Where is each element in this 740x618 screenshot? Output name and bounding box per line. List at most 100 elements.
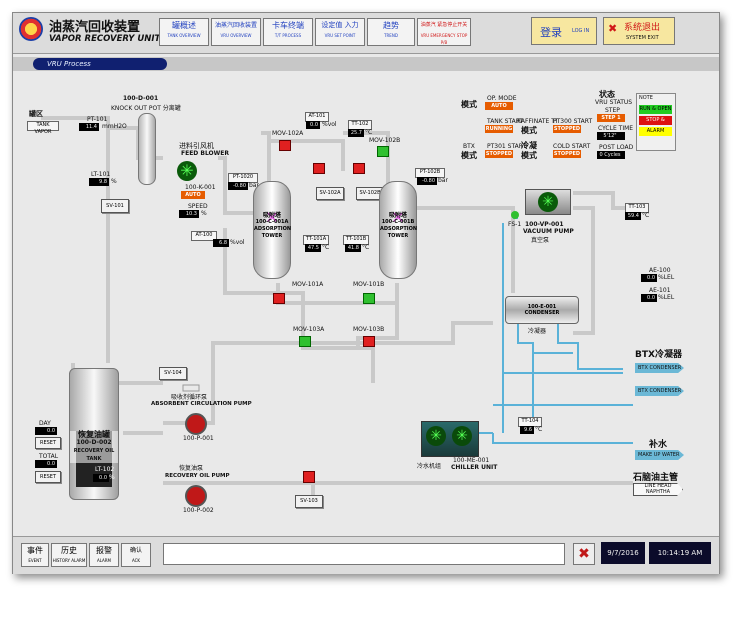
vacuum-pump-fan-icon: ✳ (538, 192, 558, 212)
lt102-unit: % (109, 474, 115, 481)
alarm-button[interactable]: 报警 ALARM (89, 543, 119, 567)
step-label: STEP (605, 107, 620, 114)
blower-mode[interactable]: AUTO (181, 191, 205, 199)
tower-b-cn: 吸附塔 (388, 212, 407, 219)
pt300-label: PT300 START (553, 118, 593, 125)
ack-button[interactable]: 确认 ACK (121, 543, 151, 567)
speed-value: 10.3 (179, 210, 199, 218)
makeup-cn: 补水 (649, 440, 668, 450)
ae101-value: 0.0 (641, 294, 657, 302)
event-button[interactable]: 事件 EVENT (21, 543, 49, 567)
lt101-value: 9.8 (89, 178, 109, 186)
sv102b-valve-icon[interactable] (353, 163, 365, 174)
condenser[interactable]: 100-E-001 CONDENSER (505, 296, 579, 324)
fs1-label: FS-1 (508, 221, 522, 228)
ack-label-en: ACK (131, 558, 141, 563)
pt101-tag: PT-101 (87, 116, 108, 123)
cold-start-value[interactable]: STOPPED (553, 150, 581, 158)
condenser-name: CONDENSER (524, 310, 560, 316)
sv102a-valve-icon[interactable] (313, 163, 325, 174)
time-display: 10:14:19 AM (649, 542, 711, 564)
mov101b-valve-icon[interactable] (363, 293, 375, 304)
chiller-tag: 100-ME-001 (453, 457, 490, 464)
feed-blower-fan-icon[interactable]: ✳ (177, 161, 197, 181)
alarm-mute-icon[interactable]: ✖ (573, 543, 595, 565)
speed-unit: % (201, 210, 207, 217)
alarm-message-bar[interactable] (163, 543, 565, 565)
tt103-unit: °C (642, 212, 650, 219)
tt102-value: 25.7 (348, 129, 364, 137)
legend-alarm: ALARM (639, 127, 672, 136)
lt101-tag: LT-101 (91, 171, 111, 178)
condenser-cn: 冷凝器 (528, 328, 547, 335)
recovery-pump-icon[interactable] (185, 485, 207, 507)
sv101-button[interactable]: SV-101 (101, 199, 129, 213)
mov103a-label: MOV-103A (293, 326, 325, 333)
pt300-value[interactable]: STOPPED (553, 125, 581, 133)
makeup-water-link[interactable]: MAKE UP WATER (635, 450, 684, 460)
vacuum-pump[interactable]: ✳ (525, 189, 571, 215)
ae100-tag: AE-100 (649, 267, 671, 274)
post-load-label: POST LOAD (599, 144, 634, 151)
lt102-tag: LT-102 (95, 466, 115, 473)
line-head-naphtha-link[interactable]: LINE HEAD NAPHTHA (633, 483, 683, 496)
vacuum-pump-cn: 真空泵 (531, 237, 550, 244)
raffinate-mode-cn: 模式 (521, 126, 537, 135)
mov102a-valve-icon[interactable] (279, 140, 291, 151)
tank-tag: 100-D-002 (76, 439, 112, 446)
btx-condenser-2-link[interactable]: BTX CONDENSER (635, 386, 684, 396)
adsorption-tower-a[interactable]: ✕ 吸附塔 100-C-001A ADSORPTION TOWER (253, 181, 291, 279)
btx-condenser-cn: BTX冷凝器 (635, 350, 682, 360)
sv104-button[interactable]: SV-104 (159, 367, 187, 380)
mov103a-valve-icon[interactable] (299, 336, 311, 347)
adsorption-tower-b[interactable]: ✕ 吸附塔 100-C-001B ADSORPTION TOWER (379, 181, 417, 279)
mov101a-label: MOV-101A (292, 281, 324, 288)
tank-vapor-tag[interactable]: TANK VAPOR (27, 121, 59, 135)
sv103-valve-icon[interactable] (303, 471, 315, 483)
tank-cn: 恢复油罐 (78, 430, 110, 439)
tank-zone-label: 罐区 (29, 110, 43, 118)
tt104-unit: °C (535, 426, 543, 433)
mov102b-valve-icon[interactable] (377, 146, 389, 157)
tt101a-value: 47.5 (305, 244, 321, 252)
lt102-value: 0.0 (93, 474, 109, 482)
speed-label: SPEED (188, 203, 208, 210)
sv103-button[interactable]: SV-103 (295, 495, 323, 508)
btx-condenser-1-link[interactable]: BTX CONDENSER (635, 363, 684, 373)
sv102a-button[interactable]: SV-102A (316, 187, 344, 200)
cycle-time-label: CYCLE TIME (598, 125, 634, 132)
event-label-en: EVENT (28, 558, 42, 563)
vacuum-pump-tag: 100-VP-001 (525, 221, 564, 228)
fs1-icon[interactable] (511, 211, 519, 219)
btx-mode-cn: 模式 (461, 151, 477, 160)
at100-unit: %vol (230, 239, 245, 246)
absorbent-pump-icon[interactable] (185, 413, 207, 435)
chiller-fan-2-icon: ✳ (452, 426, 472, 446)
history-alarm-button[interactable]: 历史 HISTORY ALARM (51, 543, 87, 567)
day-label: DAY (39, 420, 51, 427)
mov103b-valve-icon[interactable] (363, 336, 375, 347)
total-reset-button[interactable]: RESET (35, 471, 61, 483)
tt101a-unit: °C (322, 244, 330, 251)
day-value: 0.0 (35, 427, 57, 435)
legend-title: NOTE (639, 95, 653, 101)
blower-tag: 100-K-001 (185, 184, 216, 191)
at100-value: 6.8 (213, 239, 229, 247)
absorbent-pump-name: ABSORBENT CIRCULATION PUMP (151, 401, 252, 407)
day-reset-button[interactable]: RESET (35, 437, 61, 449)
pump-p001-tag: 100-P-001 (183, 435, 214, 442)
tower-a-name: ADSORPTION TOWER (254, 226, 292, 239)
knockout-pot-vessel[interactable] (138, 113, 156, 185)
mov101a-valve-icon[interactable] (273, 293, 285, 304)
at101-unit: %vol (322, 121, 337, 128)
chiller-unit[interactable]: ✳ ✳ (421, 421, 479, 457)
legend-panel: NOTE RUN & OPEN STOP & CLOSE ALARM (636, 93, 676, 151)
pt301-value[interactable]: STOPPED (485, 150, 513, 158)
tank-start-value[interactable]: RUNNING (485, 125, 513, 133)
step-value: STEP 1 (597, 114, 625, 122)
tower-b-name: ADSORPTION TOWER (380, 226, 418, 239)
btx-label: BTX (463, 143, 475, 150)
legend-stop: STOP & CLOSE (639, 116, 672, 132)
pt102b-unit: bar (438, 177, 448, 184)
op-mode-value[interactable]: AUTO (485, 102, 513, 110)
